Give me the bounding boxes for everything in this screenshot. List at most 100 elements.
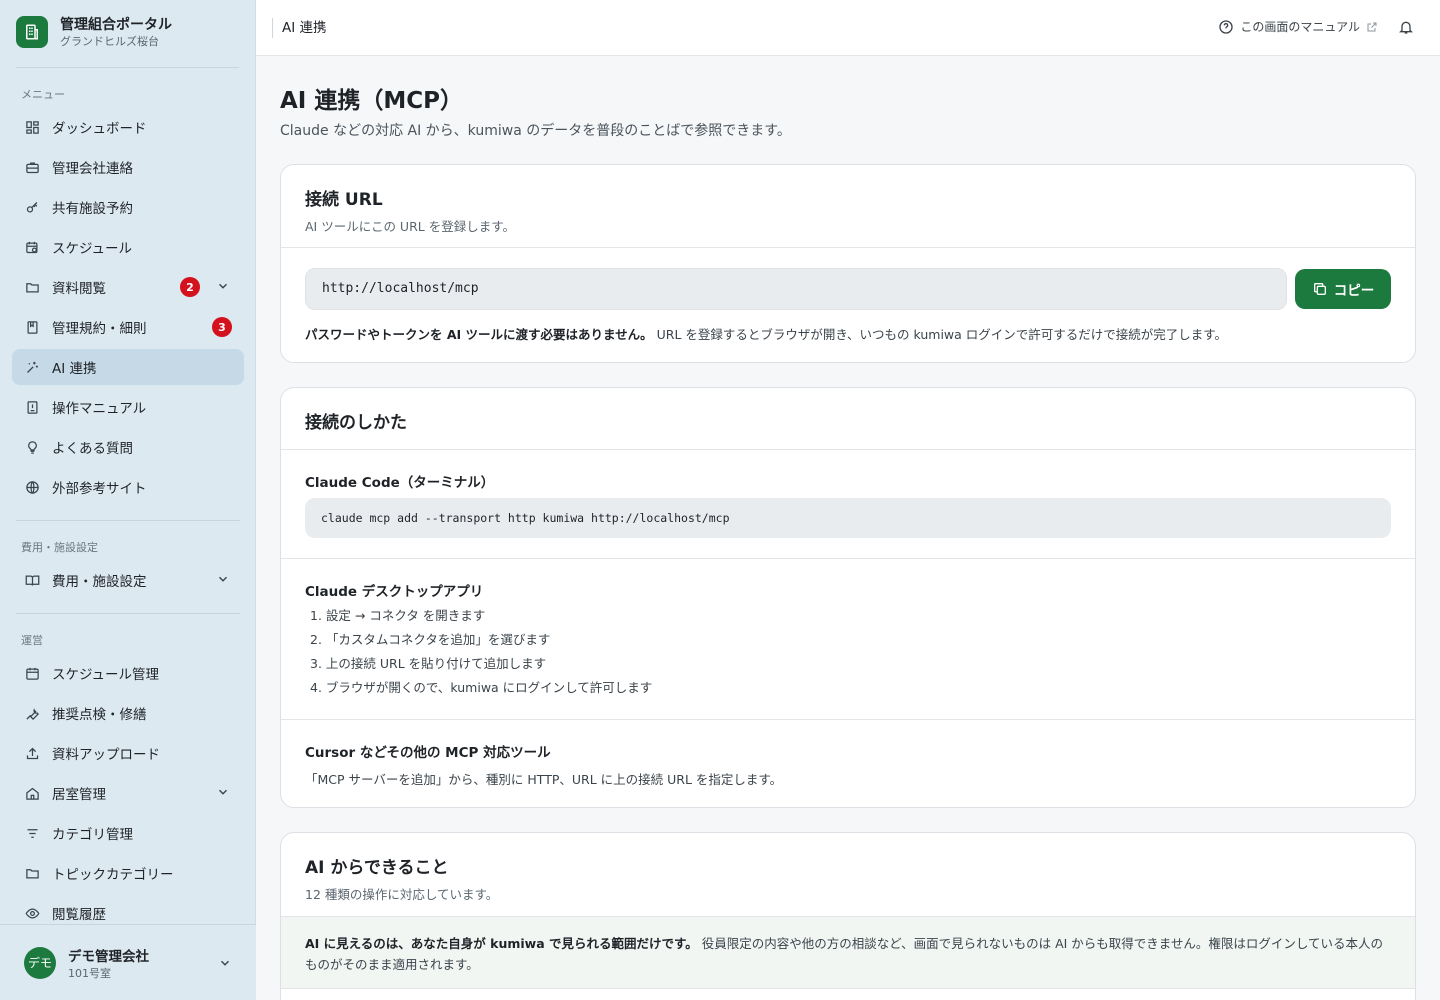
unread-badge: 2 [180, 277, 200, 297]
list-item: 4. ブラウザが開くので、kumiwa にログインして許可します [310, 680, 653, 695]
sidebar-item-faq[interactable]: よくある質問 [12, 429, 244, 465]
divider [281, 247, 1415, 248]
sidebar-item-facility-booking[interactable]: 共有施設予約 [12, 189, 244, 225]
external-link-icon [1366, 21, 1378, 33]
help-circle-icon [1218, 19, 1234, 35]
card-title: 接続 URL [305, 190, 383, 210]
sidebar-item-label: スケジュール管理 [52, 667, 160, 683]
wrench-icon [24, 705, 40, 721]
sidebar-item-manual[interactable]: 操作マニュアル [12, 389, 244, 425]
page-title: AI 連携（MCP） [280, 88, 463, 114]
auth-note: パスワードやトークンを AI ツールに渡す必要はありません。 URL を登録する… [305, 324, 1227, 343]
sidebar-item-label: 閲覧履歴 [52, 907, 106, 923]
dashboard-icon [24, 119, 40, 135]
chevron-down-icon[interactable] [216, 279, 230, 293]
sidebar-item-label: 資料アップロード [52, 747, 160, 763]
sidebar-item-room-management[interactable]: 居室管理 [12, 775, 244, 811]
manual-link-label: この画面のマニュアル [1240, 20, 1360, 34]
screen-manual-link[interactable]: この画面のマニュアル [1218, 18, 1378, 35]
sidebar-item-label: 費用・施設設定 [52, 574, 147, 590]
list-item: 1. 設定 → コネクタ を開きます [310, 608, 486, 623]
card-description: 12 種類の操作に対応しています。 [305, 887, 499, 902]
sidebar-item-label: 操作マニュアル [52, 401, 147, 417]
card-title: 接続のしかた [305, 413, 407, 433]
copy-button[interactable]: コピー [1295, 269, 1391, 309]
chevron-down-icon[interactable] [216, 572, 230, 586]
sidebar-item-external-sites[interactable]: 外部参考サイト [12, 469, 244, 505]
breadcrumb: AI 連携 [272, 18, 327, 38]
sidebar-item-document-upload[interactable]: 資料アップロード [12, 735, 244, 771]
sidebar-item-documents[interactable]: 資料閲覧 2 [12, 269, 244, 305]
permission-notice: AI に見えるのは、あなた自身が kumiwa で見られる範囲だけです。 役員限… [281, 916, 1415, 989]
sidebar-item-label: よくある質問 [52, 441, 133, 457]
sidebar-item-management-contact[interactable]: 管理会社連絡 [12, 149, 244, 185]
sidebar-item-schedule[interactable]: スケジュール [12, 229, 244, 265]
globe-icon [24, 479, 40, 495]
briefcase-icon [24, 159, 40, 175]
sidebar-item-label: 外部参考サイト [52, 481, 147, 497]
filter-icon [24, 825, 40, 841]
sidebar-item-schedule-management[interactable]: スケジュール管理 [12, 655, 244, 691]
manual-icon [24, 399, 40, 415]
unread-badge: 3 [212, 317, 232, 337]
bell-icon[interactable] [1398, 19, 1416, 37]
claude-code-title: Claude Code（ターミナル） [305, 475, 495, 491]
chevron-down-icon[interactable] [216, 785, 230, 799]
copy-button-label: コピー [1333, 283, 1375, 299]
eye-icon [24, 905, 40, 921]
sidebar-item-label: 推奨点検・修繕 [52, 707, 147, 723]
desktop-app-title: Claude デスクトップアプリ [305, 584, 484, 600]
auth-note-bold: パスワードやトークンを AI ツールに渡す必要はありません。 [305, 327, 653, 342]
sidebar-item-dashboard[interactable]: ダッシュボード [12, 109, 244, 145]
sidebar-item-bylaws[interactable]: 管理規約・細則 3 [12, 309, 244, 345]
avatar: デモ [24, 946, 56, 979]
chevron-down-icon[interactable] [218, 956, 232, 970]
claude-code-command[interactable]: claude mcp add --transport http kumiwa h… [305, 498, 1391, 538]
sidebar-item-label: AI 連携 [52, 361, 97, 377]
sidebar-item-label: 共有施設予約 [52, 201, 133, 217]
lightbulb-icon [24, 439, 40, 455]
user-menu[interactable]: デモ デモ管理会社 101号室 [0, 924, 256, 1000]
sidebar-item-category-management[interactable]: カテゴリ管理 [12, 815, 244, 851]
sidebar-item-ai-integration[interactable]: AI 連携 [12, 349, 244, 385]
folder-icon [24, 865, 40, 881]
card-description: AI ツールにこの URL を登録します。 [305, 219, 515, 234]
menu-section-label: メニュー [21, 88, 65, 101]
user-room: 101号室 [68, 966, 111, 980]
copy-icon [1312, 281, 1328, 297]
folder-icon [24, 279, 40, 295]
sidebar-item-inspection-repair[interactable]: 推奨点検・修繕 [12, 695, 244, 731]
brand[interactable]: 管理組合ポータル グランドヒルズ桜台 [16, 16, 239, 68]
divider [281, 719, 1415, 720]
sidebar-item-label: 管理会社連絡 [52, 161, 133, 177]
connection-url-field[interactable]: http://localhost/mcp [305, 268, 1287, 310]
user-name: デモ管理会社 [68, 948, 149, 965]
divider [16, 613, 240, 614]
calendar-icon [24, 665, 40, 681]
ai-capabilities-card: AI からできること 12 種類の操作に対応しています。 AI に見えるのは、あ… [280, 832, 1416, 1000]
sidebar-item-label: ダッシュボード [52, 121, 147, 137]
sidebar-item-label: 居室管理 [52, 787, 106, 803]
book-icon [24, 319, 40, 335]
upload-icon [24, 745, 40, 761]
key-icon [24, 199, 40, 215]
list-item: 2. 「カスタムコネクタを追加」を選びます [310, 632, 551, 647]
other-tools-title: Cursor などその他の MCP 対応ツール [305, 745, 551, 761]
how-to-connect-card: 接続のしかた Claude Code（ターミナル） claude mcp add… [280, 387, 1416, 808]
divider [16, 520, 240, 521]
list-item: 3. 上の接続 URL を貼り付けて追加します [310, 656, 547, 671]
home-icon [24, 785, 40, 801]
calendar-clock-icon [24, 239, 40, 255]
sidebar-item-label: 管理規約・細則 [52, 321, 147, 337]
fees-section-label: 費用・施設設定 [21, 541, 98, 554]
brand-title: 管理組合ポータル [60, 17, 172, 33]
sidebar-item-label: 資料閲覧 [52, 281, 106, 297]
sidebar-item-topic-category[interactable]: トピックカテゴリー [12, 855, 244, 891]
sidebar-item-fees-settings[interactable]: 費用・施設設定 [12, 562, 244, 598]
sidebar-item-label: カテゴリ管理 [52, 827, 133, 843]
ops-section-label: 運営 [21, 634, 43, 647]
page-subtitle: Claude などの対応 AI から、kumiwa のデータを普段のことばで参照… [280, 123, 791, 139]
main-content: AI 連携（MCP） Claude などの対応 AI から、kumiwa のデー… [256, 57, 1440, 1000]
top-header: AI 連携 この画面のマニュアル [256, 0, 1440, 56]
building-logo-icon [16, 16, 48, 48]
